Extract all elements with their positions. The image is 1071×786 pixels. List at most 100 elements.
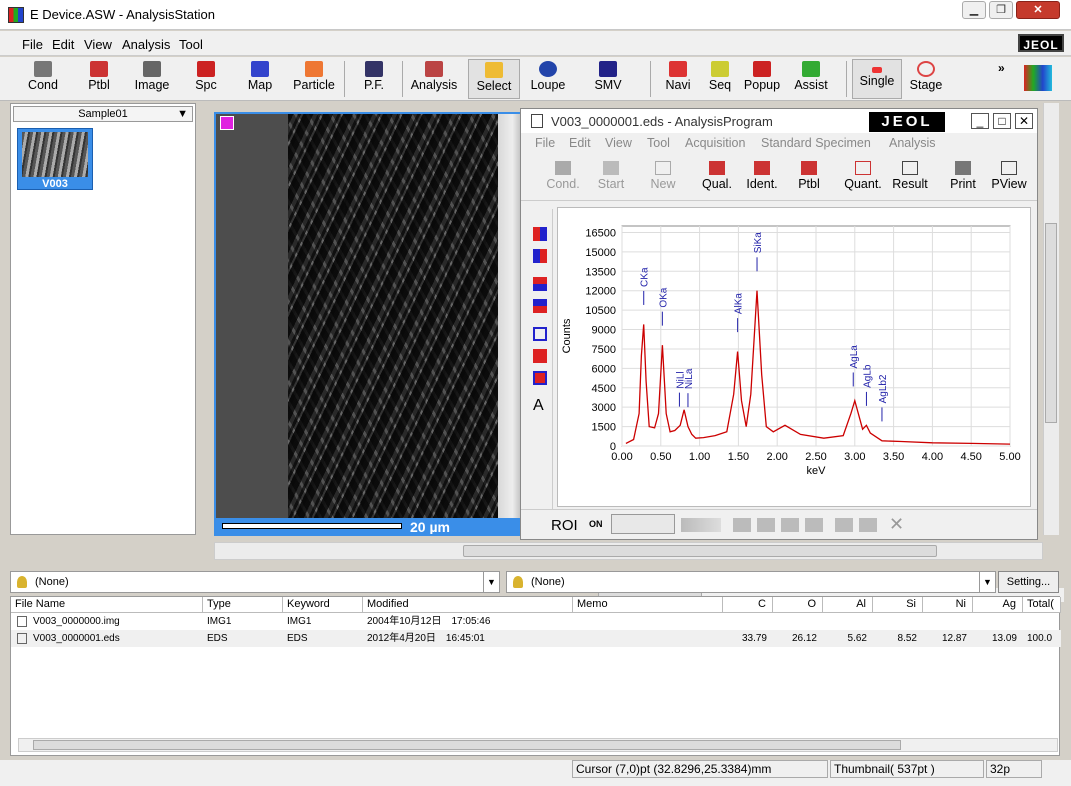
column-header[interactable]: O <box>773 597 823 613</box>
shrink-vertical-icon[interactable] <box>533 299 547 313</box>
roi-step-icon[interactable] <box>835 518 879 532</box>
image-marker-icon[interactable] <box>220 116 234 130</box>
auto-scale-icon[interactable] <box>533 371 547 385</box>
ap-menu-standard-specimen[interactable]: Standard Specimen <box>761 136 871 150</box>
column-header[interactable]: Memo <box>573 597 723 613</box>
navi-button[interactable]: Navi <box>658 59 698 99</box>
text-tool-button[interactable]: A <box>533 397 544 415</box>
smv-button[interactable]: SMV <box>584 59 632 99</box>
layout-icon[interactable] <box>1024 65 1052 91</box>
ap-menu-tool[interactable]: Tool <box>647 136 670 150</box>
minimize-button[interactable]: ▁ <box>962 1 986 19</box>
peak-marker-icon[interactable] <box>533 349 547 363</box>
expand-horizontal-icon[interactable] <box>533 227 547 241</box>
spc-label: Spc <box>195 78 217 92</box>
expand-vertical-icon[interactable] <box>533 277 547 291</box>
ap-start-button[interactable]: Start <box>593 161 629 191</box>
sample-dropdown[interactable]: Sample01 ▼ <box>13 106 193 122</box>
single-label: Single <box>859 74 895 88</box>
seq-button[interactable]: Seq <box>702 59 738 99</box>
stage-button[interactable]: Stage <box>904 59 948 99</box>
ap-quant-button[interactable]: Quant. <box>841 161 885 191</box>
column-header[interactable]: C <box>723 597 773 613</box>
column-header[interactable]: Si <box>873 597 923 613</box>
cell-al: 5.62 <box>847 633 867 644</box>
roi-arrows-icon[interactable] <box>733 518 829 532</box>
pf-button[interactable]: P.F. <box>352 59 396 99</box>
menu-edit[interactable]: Edit <box>52 37 74 52</box>
ap-ident-button[interactable]: Ident. <box>743 161 781 191</box>
ap-qual-button[interactable]: Qual. <box>699 161 735 191</box>
column-header[interactable]: File Name <box>11 597 203 613</box>
horizontal-scrollbar[interactable] <box>214 542 1043 560</box>
roi-on-toggle[interactable]: ON <box>589 519 603 529</box>
ap-cond-button[interactable]: Cond. <box>545 161 581 191</box>
filter-left-dropdown[interactable]: (None) ▼ <box>10 571 500 593</box>
scale-label: 20 µm <box>410 519 450 535</box>
column-header[interactable]: Modified <box>363 597 573 613</box>
assist-button[interactable]: Assist <box>788 59 834 99</box>
maximize-button[interactable]: ❐ <box>989 1 1013 19</box>
column-header[interactable]: Keyword <box>283 597 363 613</box>
cond-button[interactable]: Cond <box>20 59 66 99</box>
ap-print-button[interactable]: Print <box>947 161 979 191</box>
ap-menu-view[interactable]: View <box>605 136 632 150</box>
roi-clear-icon[interactable]: ✕ <box>889 514 904 535</box>
column-header[interactable]: Ni <box>923 597 973 613</box>
table-scrollbar[interactable] <box>18 738 1058 752</box>
y-tick-label: 12000 <box>585 286 616 298</box>
ap-minimize-button[interactable]: _ <box>971 113 989 129</box>
toolbar-overflow-button[interactable]: » <box>998 61 1005 75</box>
spc-button[interactable]: Spc <box>184 59 228 99</box>
scrollbar-thumb[interactable] <box>463 545 937 557</box>
column-header[interactable]: Total( <box>1023 597 1061 613</box>
ap-pview-button[interactable]: PView <box>989 161 1029 191</box>
roi-nav-icon[interactable] <box>681 518 721 532</box>
ap-menu-file[interactable]: File <box>535 136 555 150</box>
scrollbar-thumb[interactable] <box>1045 223 1057 423</box>
cell-total: 100.0 <box>1027 633 1053 644</box>
toolbar-separator <box>402 61 403 97</box>
table-row[interactable]: V003_0000000.img IMG1 IMG1 2004年10月12日 1… <box>11 614 1061 630</box>
menu-analysis[interactable]: Analysis <box>122 37 170 52</box>
settings-button[interactable]: Setting... <box>998 571 1059 593</box>
menu-view[interactable]: View <box>84 37 112 52</box>
map-button[interactable]: Map <box>238 59 282 99</box>
ap-result-button[interactable]: Result <box>889 161 931 191</box>
analysis-button[interactable]: Analysis <box>406 59 462 99</box>
close-button[interactable]: ✕ <box>1016 1 1060 19</box>
menu-file[interactable]: File <box>22 37 43 52</box>
ap-new-button[interactable]: New <box>647 161 679 191</box>
cond-icon <box>555 161 571 175</box>
ap-close-button[interactable]: ✕ <box>1015 113 1033 129</box>
ptbl-button[interactable]: Ptbl <box>76 59 122 99</box>
loupe-button[interactable]: Loupe <box>526 59 570 99</box>
image-button[interactable]: Image <box>128 59 176 99</box>
ap-maximize-button[interactable]: □ <box>993 113 1011 129</box>
roi-field[interactable] <box>611 514 675 534</box>
menu-tool[interactable]: Tool <box>179 37 203 52</box>
sem-image-viewer[interactable]: 20 µm <box>214 112 522 536</box>
spectrum-chart[interactable]: 0.00 0.50 1.00 1.50 2.00 2.50 3.00 3.50 4.00 4.50… <box>557 207 1064 602</box>
vertical-scrollbar[interactable] <box>1043 103 1059 535</box>
sample-thumbnail[interactable]: V003 <box>17 128 93 190</box>
particle-button[interactable]: Particle <box>288 59 340 99</box>
sequence-icon <box>711 61 729 77</box>
ap-menu-edit[interactable]: Edit <box>569 136 591 150</box>
fit-vertical-icon[interactable] <box>533 327 547 341</box>
table-row[interactable]: V003_0000001.eds EDS EDS 2012年4月20日 16:4… <box>11 631 1061 647</box>
ap-menu-analysis[interactable]: Analysis <box>889 136 936 150</box>
popup-button[interactable]: Popup <box>740 59 784 99</box>
peak-label: AgLb <box>862 364 873 388</box>
ap-ptbl-button[interactable]: Ptbl <box>793 161 825 191</box>
shrink-horizontal-icon[interactable] <box>533 249 547 263</box>
select-button[interactable]: Select <box>468 59 520 99</box>
column-header[interactable]: Al <box>823 597 873 613</box>
single-button[interactable]: Single <box>852 59 902 99</box>
column-header[interactable]: Type <box>203 597 283 613</box>
ap-menu-acquisition[interactable]: Acquisition <box>685 136 745 150</box>
column-header[interactable]: Ag <box>973 597 1023 613</box>
filter-right-dropdown[interactable]: (None) ▼ <box>506 571 996 593</box>
seq-label: Seq <box>708 78 732 92</box>
scrollbar-thumb[interactable] <box>33 740 901 750</box>
